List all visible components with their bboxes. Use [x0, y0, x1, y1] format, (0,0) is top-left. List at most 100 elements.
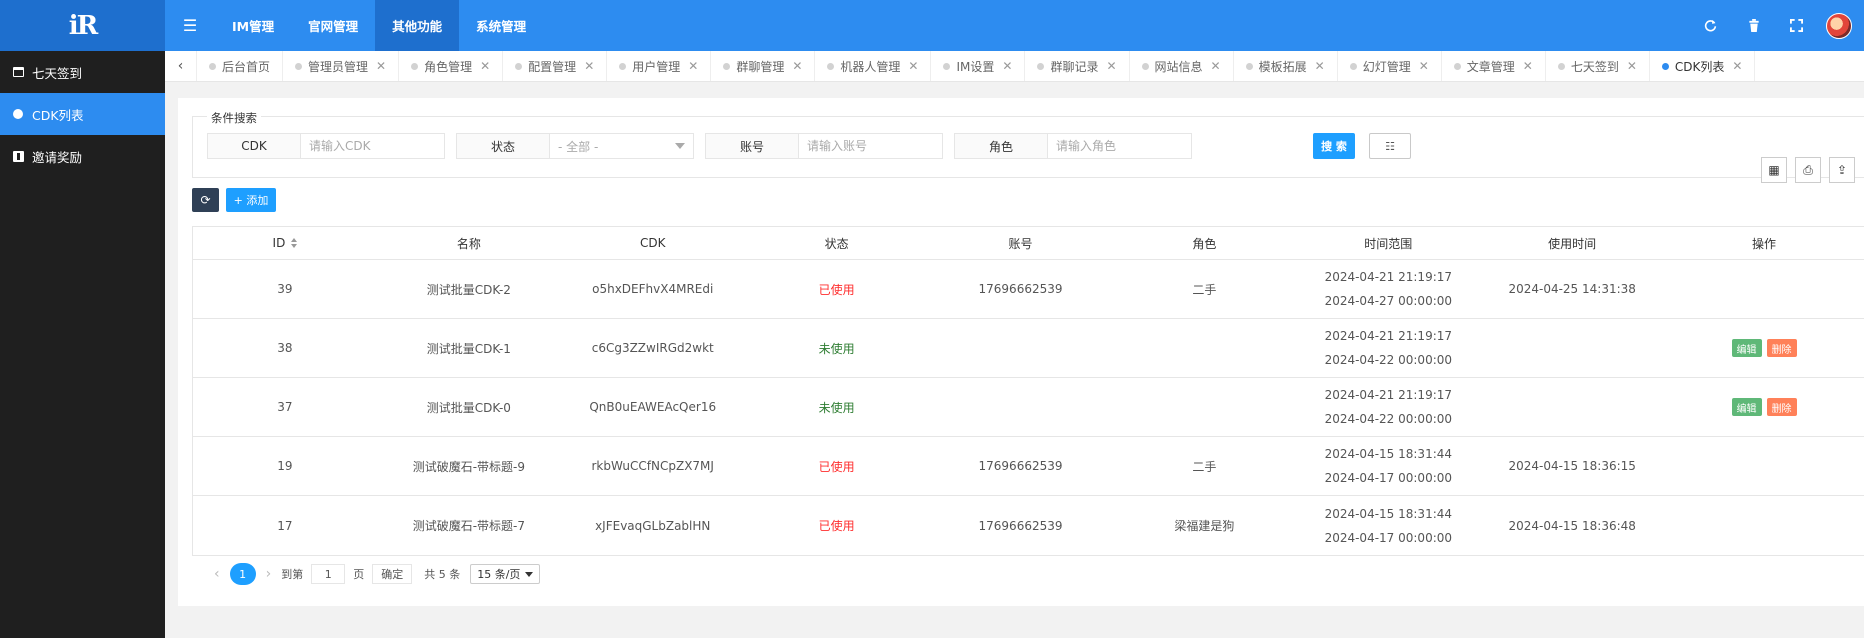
tab-group-chat-records[interactable]: 群聊记录 ✕	[1025, 51, 1130, 81]
tab-seven-day-signin[interactable]: 七天签到 ✕	[1546, 51, 1650, 81]
account-input[interactable]	[799, 134, 942, 158]
tab-dashboard[interactable]: 后台首页	[197, 51, 284, 81]
close-icon[interactable]: ✕	[584, 59, 594, 73]
fullscreen-icon[interactable]	[1775, 0, 1818, 51]
tab-im-settings[interactable]: IM设置 ✕	[931, 51, 1026, 81]
sidebar-item-label: 邀请奖励	[32, 149, 83, 165]
sidebar-item-seven-day-signin[interactable]: 七天签到	[0, 51, 165, 93]
dot-icon	[295, 62, 303, 70]
close-icon[interactable]: ✕	[792, 59, 802, 73]
print-icon[interactable]: ⎙	[1795, 157, 1821, 183]
dot-icon	[1037, 62, 1045, 70]
cell-actions: 编辑 删除	[1664, 319, 1864, 377]
cell-actions	[1664, 496, 1864, 555]
tab-config-management[interactable]: 配置管理 ✕	[503, 51, 608, 81]
cell-name: 测试破魔石-带标题-7	[412, 519, 525, 533]
nav-im-management[interactable]: IM管理	[215, 0, 291, 51]
status-select[interactable]: - 全部 -	[550, 134, 693, 158]
cell-account: 17696662539	[978, 459, 1063, 473]
range-start: 2024-04-15 18:31:44	[1324, 506, 1453, 521]
sidebar: iR 七天签到 CDK列表 邀请奖励	[0, 0, 165, 638]
close-icon[interactable]: ✕	[376, 59, 386, 73]
sidebar-item-cdk-list[interactable]: CDK列表	[0, 93, 165, 135]
trash-icon[interactable]	[1732, 0, 1775, 51]
table-row: 38 测试批量CDK-1 c6Cg3ZZwIRGd2wkt 未使用 2024-0…	[193, 319, 1864, 378]
close-icon[interactable]: ✕	[688, 59, 698, 73]
tab-scroll-left-icon[interactable]: ‹	[165, 51, 197, 81]
delete-button[interactable]: 删除	[1766, 339, 1797, 357]
cdk-input[interactable]	[301, 134, 444, 158]
page-label: 页	[353, 568, 365, 581]
columns-filter-icon[interactable]: ▦	[1761, 157, 1787, 183]
close-icon[interactable]: ✕	[908, 59, 918, 73]
tab-template-extension[interactable]: 模板拓展 ✕	[1234, 51, 1338, 81]
tab-admin-management[interactable]: 管理员管理 ✕	[283, 51, 400, 81]
role-field: 角色	[954, 133, 1192, 159]
close-icon[interactable]: ✕	[1002, 59, 1012, 73]
cell-status: 已使用	[818, 519, 855, 533]
dot-icon	[1245, 62, 1253, 70]
nav-website-management[interactable]: 官网管理	[291, 0, 375, 51]
status-field: 状态 - 全部 -	[456, 133, 694, 159]
refresh-button[interactable]: ⟳	[192, 188, 219, 212]
collapse-button[interactable]: ☷	[1369, 133, 1411, 159]
close-icon[interactable]: ✕	[1211, 59, 1221, 73]
next-page-icon[interactable]: ›	[266, 566, 272, 582]
col-id[interactable]: ID	[193, 227, 377, 259]
tab-label: 群聊记录	[1050, 59, 1099, 74]
menu-toggle-icon[interactable]: ☰	[165, 0, 215, 51]
export-icon[interactable]: ⇪	[1829, 157, 1855, 183]
table-row: 37 测试批量CDK-0 QnB0uEAWEAcQer16 未使用 2024-0…	[193, 378, 1864, 437]
close-icon[interactable]: ✕	[1106, 59, 1116, 73]
goto-page-input[interactable]: 1	[311, 564, 346, 584]
cell-id: 17	[277, 518, 293, 533]
add-button[interactable]: + 添加	[226, 188, 276, 212]
tab-robot-management[interactable]: 机器人管理 ✕	[815, 51, 932, 81]
cell-time-range: 2024-04-15 18:31:44 2024-04-17 00:00:00	[1296, 437, 1480, 495]
sort-icon[interactable]	[291, 238, 298, 248]
nav-other-features[interactable]: 其他功能	[375, 0, 460, 51]
close-icon[interactable]: ✕	[1627, 59, 1637, 73]
col-account: 账号	[1008, 236, 1033, 251]
close-icon[interactable]: ✕	[1419, 59, 1429, 73]
role-input[interactable]	[1048, 134, 1191, 158]
cell-role: 梁福建是狗	[1174, 519, 1235, 533]
sidebar-item-invite-reward[interactable]: 邀请奖励	[0, 135, 165, 177]
nav-system-management[interactable]: 系统管理	[459, 0, 543, 51]
range-end: 2024-04-22 00:00:00	[1324, 353, 1453, 367]
tab-role-management[interactable]: 角色管理 ✕	[399, 51, 504, 81]
tab-cdk-list[interactable]: CDK列表 ✕	[1650, 51, 1756, 81]
page-size-select[interactable]: 15 条/页	[470, 564, 541, 584]
goto-label: 到第	[281, 568, 304, 581]
dot-icon	[1557, 62, 1565, 70]
cell-time-range: 2024-04-21 21:19:17 2024-04-27 00:00:00	[1296, 260, 1480, 318]
search-button[interactable]: 搜 索	[1313, 133, 1355, 159]
delete-button[interactable]: 删除	[1766, 398, 1797, 416]
tab-label: 网站信息	[1154, 59, 1203, 74]
prev-page-icon[interactable]: ‹	[214, 566, 220, 582]
tab-group-chat-management[interactable]: 群聊管理 ✕	[711, 51, 816, 81]
close-icon[interactable]: ✕	[480, 59, 490, 73]
refresh-icon[interactable]	[1689, 0, 1732, 51]
cell-cdk: c6Cg3ZZwIRGd2wkt	[591, 341, 714, 355]
close-icon[interactable]: ✕	[1315, 59, 1325, 73]
avatar[interactable]	[1826, 12, 1852, 39]
tab-slide-management[interactable]: 幻灯管理 ✕	[1338, 51, 1442, 81]
cell-account	[929, 378, 1113, 436]
tab-site-info[interactable]: 网站信息 ✕	[1130, 51, 1234, 81]
col-role: 角色	[1192, 236, 1217, 251]
edit-button[interactable]: 编辑	[1731, 398, 1762, 416]
header-tools	[1689, 0, 1864, 51]
tab-user-management[interactable]: 用户管理 ✕	[607, 51, 712, 81]
goto-confirm-button[interactable]: 确定	[372, 564, 413, 584]
edit-button[interactable]: 编辑	[1731, 339, 1762, 357]
current-page[interactable]: 1	[229, 563, 256, 585]
close-icon[interactable]: ✕	[1523, 59, 1533, 73]
tab-bar: ‹ 后台首页 管理员管理 ✕ 角色管理 ✕ 配置管理 ✕ 用户管理 ✕ 群聊管理 ✕ 机器…	[165, 51, 1864, 82]
range-end: 2024-04-27 00:00:00	[1324, 294, 1453, 308]
logo[interactable]: iR	[0, 0, 165, 51]
tab-article-management[interactable]: 文章管理 ✕	[1442, 51, 1546, 81]
range-end: 2024-04-17 00:00:00	[1324, 471, 1453, 485]
gift-icon	[12, 150, 24, 162]
close-icon[interactable]: ✕	[1732, 59, 1742, 73]
